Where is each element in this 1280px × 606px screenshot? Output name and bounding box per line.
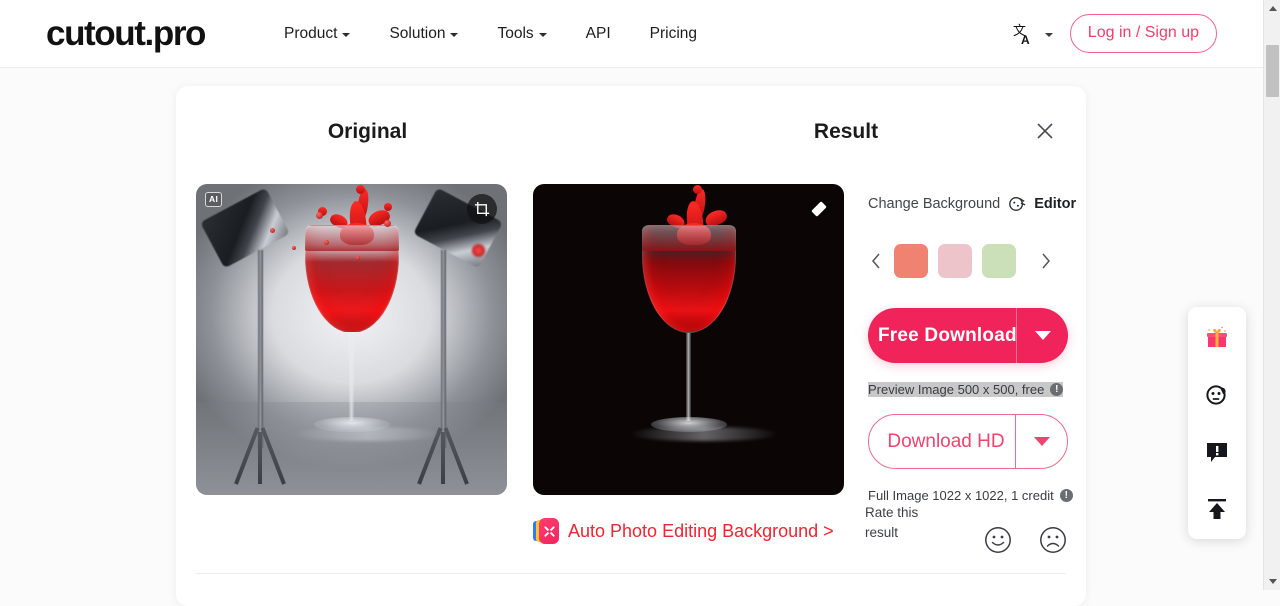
nav-item-tools[interactable]: Tools [497,24,547,43]
free-download-button[interactable]: Free Download [868,308,1068,363]
swatch-prev-button[interactable] [868,250,884,272]
result-title: Result [813,120,879,143]
scroll-to-top-icon [1208,499,1226,519]
auto-photo-editing-icon [533,518,559,544]
download-hd-hint: Full Image 1022 x 1022, 1 credit ! [868,488,1073,503]
gift-icon [1207,326,1227,347]
rate-result-label: Rate this result [865,505,919,540]
chevron-down-icon [450,33,459,37]
card-divider [196,573,1066,574]
account-button[interactable] [1203,381,1231,409]
info-icon[interactable]: ! [1050,383,1064,396]
chevron-down-icon [1044,33,1053,37]
scroll-down-button[interactable] [1264,573,1280,590]
nav-label: Pricing [649,24,698,42]
free-download-hint-text: Preview Image 500 x 500, free [868,382,1045,397]
nav-item-pricing[interactable]: Pricing [650,25,697,43]
swatch-pink[interactable] [938,244,972,278]
crop-icon [474,201,489,216]
scroll-down-arrow-icon [1268,579,1277,584]
nav-item-solution[interactable]: Solution [389,24,459,43]
scroll-to-top-button[interactable] [1203,495,1231,523]
eraser-icon [811,201,827,217]
original-title: Original [327,120,408,143]
nav-label: Solution [389,24,446,42]
nav-label: Tools [497,24,534,42]
download-hd-button[interactable]: Download HD [868,414,1068,469]
nav-label: Product [284,24,338,42]
wine-glass-graphic [262,184,442,485]
nav-item-api[interactable]: API [586,25,611,43]
droplet [384,220,391,227]
change-background-row: Change Background Editor [868,195,1076,213]
feedback-icon [1207,443,1227,462]
droplet [316,212,323,219]
sparkle-icon [543,525,555,537]
original-image[interactable]: AI [196,184,507,495]
free-download-label: Free Download [878,324,1016,346]
change-background-label: Change Background [868,196,1001,212]
gift-button[interactable] [1203,324,1231,352]
scroll-up-arrow-icon [1268,6,1277,11]
smiley-happy-icon [985,527,1011,553]
free-download-hint: Preview Image 500 x 500, free ! [868,382,1064,397]
main-nav: Product Solution Tools API Pricing [284,25,697,43]
nav-label: API [585,24,611,42]
ai-badge: AI [205,192,223,207]
swatch-green[interactable] [982,244,1016,278]
site-logo[interactable]: cutout.pro [46,16,206,51]
svg-text:A: A [1021,33,1030,46]
auto-photo-editing-label: Auto Photo Editing Background > [568,520,834,541]
droplet [292,246,296,250]
editor-button[interactable]: Editor [1034,196,1076,212]
crop-button[interactable] [467,194,497,224]
background-swatch-row [868,244,1054,278]
download-hd-hint-text: Full Image 1022 x 1022, 1 credit [868,488,1054,503]
chevron-down-icon [1034,331,1051,340]
smiley-sad-icon [1040,527,1066,553]
eraser-button[interactable] [804,194,834,224]
close-icon [1037,123,1053,139]
scrollbar-thumb[interactable] [1266,45,1279,97]
translate-icon: 文 A [1013,24,1030,46]
page-scrollbar[interactable] [1263,0,1280,590]
magic-edit-icon[interactable] [1008,195,1026,213]
wine-glass-graphic [599,184,779,485]
free-download-dropdown-toggle[interactable] [1016,308,1068,363]
login-signup-button[interactable]: Log in / Sign up [1069,14,1217,53]
chevron-down-icon [538,33,547,37]
result-image[interactable] [533,184,844,495]
swatch-next-button[interactable] [1038,250,1054,272]
header-right-group: 文 A Log in / Sign up [1013,14,1217,53]
language-selector[interactable]: 文 A [1013,22,1053,46]
download-hd-dropdown-toggle[interactable] [1015,415,1067,468]
chevron-right-icon [1042,253,1050,269]
avatar-face-icon [1206,385,1226,405]
auto-photo-editing-link[interactable]: Auto Photo Editing Background > [533,518,834,544]
result-card: Original Result AI Change Background Edi… [176,86,1086,606]
chevron-down-icon [1033,437,1050,446]
droplet [356,256,360,260]
rate-happy-button[interactable] [984,526,1012,554]
site-header: cutout.pro Product Solution Tools API Pr… [0,0,1263,68]
info-icon[interactable]: ! [1059,489,1073,502]
chevron-left-icon [872,253,880,269]
download-hd-label: Download HD [887,430,1005,452]
scroll-up-button[interactable] [1264,0,1280,17]
floating-widget [1188,307,1246,539]
rate-sad-button[interactable] [1039,526,1067,554]
feedback-button[interactable] [1203,438,1231,466]
close-button[interactable] [1032,118,1058,144]
swatch-coral[interactable] [894,244,928,278]
droplet [270,228,275,233]
droplet [324,240,329,245]
chevron-down-icon [342,33,351,37]
nav-item-product[interactable]: Product [284,24,351,43]
